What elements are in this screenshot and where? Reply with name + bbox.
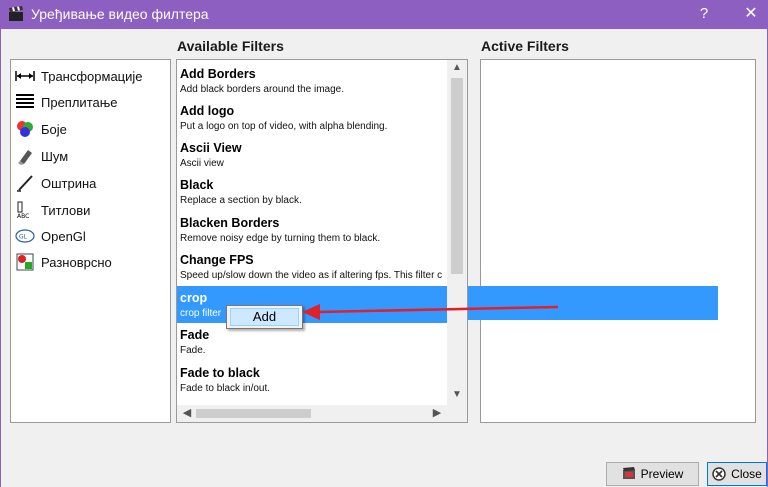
category-label: Трансформације bbox=[41, 68, 143, 84]
svg-text:ABC: ABC bbox=[17, 213, 29, 219]
window-border bbox=[0, 29, 1, 487]
sharpness-icon bbox=[15, 174, 35, 192]
available-filters-heading: Available Filters bbox=[177, 38, 284, 54]
filter-name: Black bbox=[180, 178, 214, 192]
filter-description: Add black borders around the image. bbox=[180, 84, 344, 95]
preview-icon bbox=[622, 467, 636, 481]
close-button[interactable]: Close bbox=[707, 462, 767, 486]
noise-icon bbox=[15, 147, 35, 165]
scroll-thumb[interactable] bbox=[196, 409, 311, 418]
colors-icon bbox=[15, 120, 35, 138]
filter-name: crop bbox=[180, 291, 208, 305]
scroll-thumb[interactable] bbox=[451, 78, 463, 274]
filter-item[interactable]: Fade to black Fade to black in/out. bbox=[177, 361, 449, 398]
filter-name: Add Borders bbox=[180, 67, 256, 81]
scroll-up-icon[interactable]: ▲ bbox=[447, 60, 467, 76]
scroll-corner bbox=[447, 405, 467, 422]
opengl-icon: GL bbox=[15, 227, 35, 245]
close-label: Close bbox=[731, 467, 762, 481]
filter-item[interactable]: Fade Fade. bbox=[177, 323, 449, 360]
filter-name: Fade to black bbox=[180, 366, 260, 380]
annotation-arrow-icon bbox=[302, 304, 559, 320]
add-menu-item[interactable]: Add bbox=[230, 308, 299, 326]
category-item-misc[interactable]: Разноврсно bbox=[15, 251, 165, 273]
help-button[interactable]: ? bbox=[692, 3, 716, 25]
filter-item[interactable]: Ascii View Ascii view bbox=[177, 136, 449, 173]
category-label: Шум bbox=[41, 148, 69, 164]
filter-description: Fade to black in/out. bbox=[180, 383, 271, 394]
scroll-down-icon[interactable]: ▼ bbox=[447, 387, 467, 403]
filter-name: Change FPS bbox=[180, 253, 254, 267]
filter-item[interactable]: Blacken Borders Remove noisy edge by tur… bbox=[177, 211, 449, 248]
filter-name: Blacken Borders bbox=[180, 216, 280, 230]
filter-description: Put a logo on top of video, with alpha b… bbox=[180, 121, 388, 132]
category-label: Разноврсно bbox=[41, 254, 112, 270]
category-item-subtitles[interactable]: ABC Титлови bbox=[15, 199, 165, 221]
clapperboard-icon bbox=[8, 6, 24, 22]
title-bar: Уређивање видео филтера ? ✕ bbox=[0, 0, 768, 29]
filter-description: crop filter bbox=[180, 308, 222, 319]
preview-label: Preview bbox=[640, 467, 684, 481]
transform-icon bbox=[15, 67, 35, 85]
subtitles-icon: ABC bbox=[15, 201, 35, 219]
interlace-icon bbox=[15, 93, 35, 111]
cancel-icon bbox=[712, 467, 726, 481]
filter-description: Replace a section by black. bbox=[180, 195, 302, 206]
misc-icon bbox=[15, 253, 35, 271]
preview-button[interactable]: Preview bbox=[606, 462, 699, 486]
window-close-button[interactable]: ✕ bbox=[738, 3, 764, 25]
filter-description: Ascii view bbox=[180, 158, 224, 169]
svg-text:GL: GL bbox=[19, 234, 28, 241]
filter-item[interactable]: Black Replace a section by black. bbox=[177, 173, 449, 210]
category-item-opengl[interactable]: GL OpenGl bbox=[15, 225, 165, 247]
active-filters-heading: Active Filters bbox=[481, 38, 569, 54]
window-title: Уређивање видео филтера bbox=[31, 6, 209, 22]
filter-description: Remove noisy edge by turning them to bla… bbox=[180, 233, 381, 244]
filter-description: Speed up/slow down the video as if alter… bbox=[180, 270, 443, 281]
category-item-transform[interactable]: Трансформације bbox=[15, 65, 165, 87]
horizontal-scrollbar[interactable]: ◀ ▶ bbox=[177, 405, 447, 422]
vertical-scrollbar[interactable]: ▲ ▼ bbox=[447, 60, 467, 405]
context-menu: Add bbox=[226, 305, 303, 329]
category-item-interlace[interactable]: Преплитање bbox=[15, 91, 165, 113]
filter-item[interactable]: Add Borders Add black borders around the… bbox=[177, 62, 449, 99]
category-label: Боје bbox=[41, 121, 67, 137]
category-list[interactable]: Трансформације Преплитање Боје Шум Оштри… bbox=[10, 59, 171, 423]
category-label: Оштрина bbox=[41, 175, 97, 191]
category-label: OpenGl bbox=[41, 228, 86, 244]
category-label: Преплитање bbox=[41, 94, 118, 110]
filter-item[interactable]: Change FPS Speed up/slow down the video … bbox=[177, 248, 449, 285]
scroll-left-icon[interactable]: ◀ bbox=[179, 405, 195, 422]
filter-name: Ascii View bbox=[180, 141, 242, 155]
filter-name: Add logo bbox=[180, 104, 235, 118]
active-filters-list[interactable] bbox=[480, 59, 756, 423]
scroll-right-icon[interactable]: ▶ bbox=[429, 405, 445, 422]
category-label: Титлови bbox=[41, 202, 91, 218]
available-filters-list[interactable]: Add Borders Add black borders around the… bbox=[176, 59, 468, 423]
filter-name: Fade bbox=[180, 328, 210, 342]
category-item-noise[interactable]: Шум bbox=[15, 145, 165, 167]
filter-description: Fade. bbox=[180, 345, 206, 356]
filter-item[interactable]: Add logo Put a logo on top of video, wit… bbox=[177, 99, 449, 136]
category-item-sharpness[interactable]: Оштрина bbox=[15, 172, 165, 194]
category-item-colors[interactable]: Боје bbox=[15, 118, 165, 140]
